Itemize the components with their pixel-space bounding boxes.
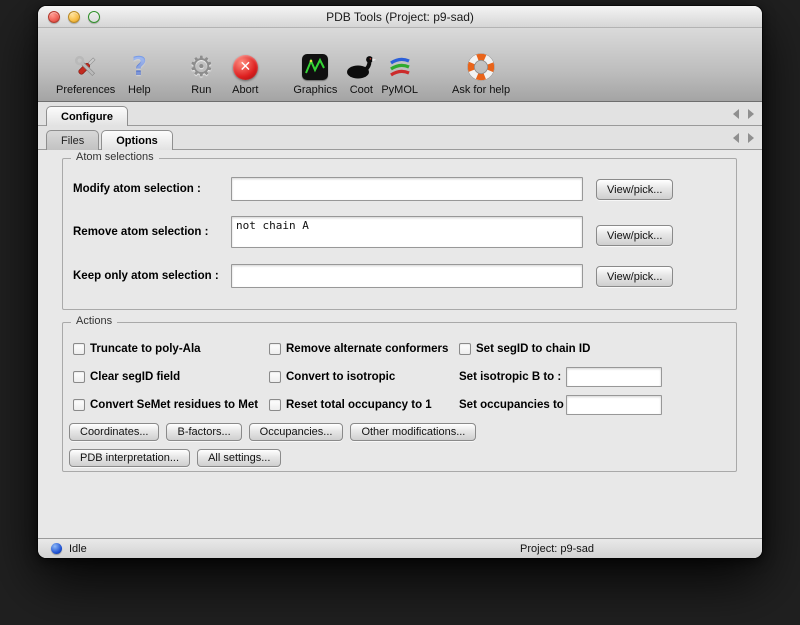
- checkbox-icon: [73, 343, 85, 355]
- pdb-tools-window: PDB Tools (Project: p9-sad) Preferences: [38, 6, 762, 558]
- group-title: Atom selections: [71, 151, 159, 163]
- keep-only-atom-selection-label: Keep only atom selection :: [73, 270, 219, 282]
- checkbox-icon: [73, 371, 85, 383]
- checkbox-icon: [73, 399, 85, 411]
- toolbar-label: Run: [191, 84, 211, 96]
- coot-icon: [343, 52, 379, 82]
- checkbox-icon: [269, 399, 281, 411]
- sub-tabstrip: Files Options: [38, 126, 762, 150]
- remove-atom-selection-label: Remove atom selection :: [73, 226, 208, 238]
- view-pick-keep-button[interactable]: View/pick...: [596, 266, 673, 287]
- pdb-interpretation-button[interactable]: PDB interpretation...: [69, 449, 190, 467]
- set-isotropic-b-label: Set isotropic B to :: [459, 371, 561, 383]
- close-button[interactable]: [48, 11, 60, 23]
- coordinates-button[interactable]: Coordinates...: [69, 423, 159, 441]
- toolbar-button-coot[interactable]: Coot: [343, 52, 379, 96]
- actions-group: Actions Truncate to poly-Ala Remove alte…: [62, 322, 737, 472]
- modify-atom-selection-input[interactable]: [231, 177, 583, 201]
- checkbox-reset-total-occupancy[interactable]: Reset total occupancy to 1: [269, 397, 432, 413]
- checkbox-set-segid-to-chain-id[interactable]: Set segID to chain ID: [459, 341, 590, 357]
- tab-configure[interactable]: Configure: [46, 106, 128, 126]
- all-settings-button[interactable]: All settings...: [197, 449, 281, 467]
- set-occupancies-label: Set occupancies to :: [459, 399, 571, 411]
- run-icon: [183, 52, 219, 82]
- statusbar: Idle Project: p9-sad: [38, 538, 762, 558]
- options-panel: Atom selections Modify atom selection : …: [38, 150, 762, 538]
- window-title: PDB Tools (Project: p9-sad): [326, 10, 474, 24]
- toolbar-label: Abort: [232, 84, 258, 96]
- toolbar-button-help[interactable]: Help: [121, 52, 157, 96]
- actions-button-row-1: Coordinates... B-factors... Occupancies.…: [69, 423, 476, 441]
- checkbox-remove-alternate-conformers[interactable]: Remove alternate conformers: [269, 341, 448, 357]
- status-text: Idle: [69, 543, 87, 555]
- remove-atom-selection-input[interactable]: not chain A: [231, 216, 583, 248]
- tab-options[interactable]: Options: [101, 130, 173, 150]
- checkbox-clear-segid-field[interactable]: Clear segID field: [73, 369, 180, 385]
- preferences-icon: [68, 52, 104, 82]
- tab-files[interactable]: Files: [46, 130, 99, 150]
- tab-scroll-right-icon[interactable]: [748, 109, 754, 119]
- toolbar-label: Help: [128, 84, 151, 96]
- b-factors-button[interactable]: B-factors...: [166, 423, 241, 441]
- toolbar-label: Preferences: [56, 84, 115, 96]
- other-modifications-button[interactable]: Other modifications...: [350, 423, 476, 441]
- set-occupancies-input[interactable]: [566, 395, 662, 415]
- toolbar-label: Graphics: [293, 84, 337, 96]
- desktop: { "window": { "title": "PDB Tools (Proje…: [0, 0, 800, 625]
- toolbar-label: Coot: [350, 84, 373, 96]
- pymol-icon: [382, 52, 418, 82]
- view-pick-modify-button[interactable]: View/pick...: [596, 179, 673, 200]
- toolbar-button-abort[interactable]: Abort: [227, 52, 263, 96]
- checkbox-convert-semet-to-met[interactable]: Convert SeMet residues to Met: [73, 397, 258, 413]
- zoom-button[interactable]: [88, 11, 100, 23]
- toolbar-button-preferences[interactable]: Preferences: [56, 52, 115, 96]
- checkbox-icon: [269, 343, 281, 355]
- graphics-icon: [297, 52, 333, 82]
- view-pick-remove-button[interactable]: View/pick...: [596, 225, 673, 246]
- status-indicator-icon: [51, 543, 62, 554]
- checkbox-icon: [459, 343, 471, 355]
- titlebar: PDB Tools (Project: p9-sad): [38, 6, 762, 28]
- project-label: Project: p9-sad: [520, 543, 594, 555]
- tab-scroll-arrows: [733, 109, 754, 119]
- set-isotropic-b-input[interactable]: [566, 367, 662, 387]
- checkbox-convert-to-isotropic[interactable]: Convert to isotropic: [269, 369, 395, 385]
- help-icon: [121, 52, 157, 82]
- toolbar-button-ask-for-help[interactable]: Ask for help: [452, 52, 510, 96]
- toolbar-button-graphics[interactable]: Graphics: [293, 52, 337, 96]
- keep-only-atom-selection-input[interactable]: [231, 264, 583, 288]
- toolbar-button-run[interactable]: Run: [183, 52, 219, 96]
- tab-scroll-arrows: [733, 133, 754, 143]
- atom-selections-group: Atom selections Modify atom selection : …: [62, 158, 737, 310]
- checkbox-icon: [269, 371, 281, 383]
- abort-icon: [227, 52, 263, 82]
- tab-scroll-left-icon[interactable]: [733, 109, 739, 119]
- minimize-button[interactable]: [68, 11, 80, 23]
- main-tabstrip: Configure: [38, 102, 762, 126]
- toolbar: Preferences Help Run Abort Grap: [38, 28, 762, 102]
- checkbox-truncate-to-poly-ala[interactable]: Truncate to poly-Ala: [73, 341, 201, 357]
- occupancies-button[interactable]: Occupancies...: [249, 423, 344, 441]
- toolbar-label: PyMOL: [381, 84, 418, 96]
- toolbar-button-pymol[interactable]: PyMOL: [381, 52, 418, 96]
- modify-atom-selection-label: Modify atom selection :: [73, 183, 201, 195]
- traffic-lights: [48, 11, 100, 23]
- lifebuoy-icon: [463, 52, 499, 82]
- tab-scroll-left-icon[interactable]: [733, 133, 739, 143]
- actions-button-row-2: PDB interpretation... All settings...: [69, 449, 281, 467]
- group-title: Actions: [71, 315, 117, 327]
- toolbar-label: Ask for help: [452, 84, 510, 96]
- tab-scroll-right-icon[interactable]: [748, 133, 754, 143]
